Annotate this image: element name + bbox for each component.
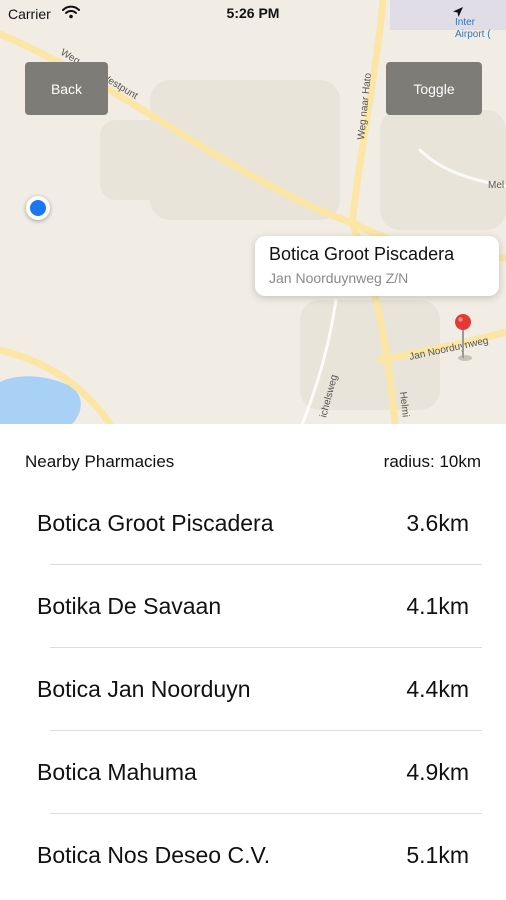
list-item[interactable]: Botica Groot Piscadera 3.6km xyxy=(0,482,506,565)
status-time: 5:26 PM xyxy=(226,5,280,21)
list-title: Nearby Pharmacies xyxy=(25,452,175,471)
back-button[interactable]: Back xyxy=(25,62,108,115)
list-item[interactable]: Botica Jan Noorduyn 4.4km xyxy=(0,648,506,731)
status-bar: Carrier 5:26 PM xyxy=(0,0,506,28)
pharmacy-name: Botica Groot Piscadera xyxy=(37,510,274,536)
pharmacy-name: Botika De Savaan xyxy=(37,593,222,619)
callout-subtitle: Jan Noorduynweg Z/N xyxy=(269,270,409,286)
pharmacy-callout[interactable]: Botica Groot Piscadera Jan Noorduynweg Z… xyxy=(255,236,499,296)
pharmacy-distance: 5.1km xyxy=(406,842,469,868)
pharmacy-name: Botica Nos Deseo C.V. xyxy=(37,842,271,868)
list-header: Nearby Pharmacies radius: 10km xyxy=(25,452,481,474)
pharmacy-distance: 4.9km xyxy=(406,759,469,785)
street-label-mel: Mel xyxy=(488,180,504,191)
radius-label: radius: 10km xyxy=(383,452,481,471)
street-label-helmi: Helmi xyxy=(397,391,411,418)
pharmacy-distance: 4.4km xyxy=(406,676,469,702)
callout-title: Botica Groot Piscadera xyxy=(269,244,455,264)
list-item[interactable]: Botica Nos Deseo C.V. 5.1km xyxy=(0,814,506,897)
list-item[interactable]: Botica Mahuma 4.9km xyxy=(0,731,506,814)
pharmacy-name: Botica Mahuma xyxy=(37,759,197,785)
toggle-button[interactable]: Toggle xyxy=(386,62,482,115)
map-pin-icon[interactable] xyxy=(452,312,474,362)
location-arrow-icon xyxy=(453,7,463,17)
street-label-airport-2: Airport ( xyxy=(455,29,491,40)
map-view[interactable]: Weg naar Westpunt Weg naar Hato Jan Noor… xyxy=(0,0,506,424)
list-item[interactable]: Botika De Savaan 4.1km xyxy=(0,565,506,648)
pharmacy-distance: 3.6km xyxy=(406,510,469,536)
pharmacy-distance: 4.1km xyxy=(406,593,469,619)
pharmacy-list[interactable]: Botica Groot Piscadera 3.6km Botika De S… xyxy=(0,482,506,897)
user-location-icon xyxy=(26,196,50,220)
pharmacy-name: Botica Jan Noorduyn xyxy=(37,676,251,702)
